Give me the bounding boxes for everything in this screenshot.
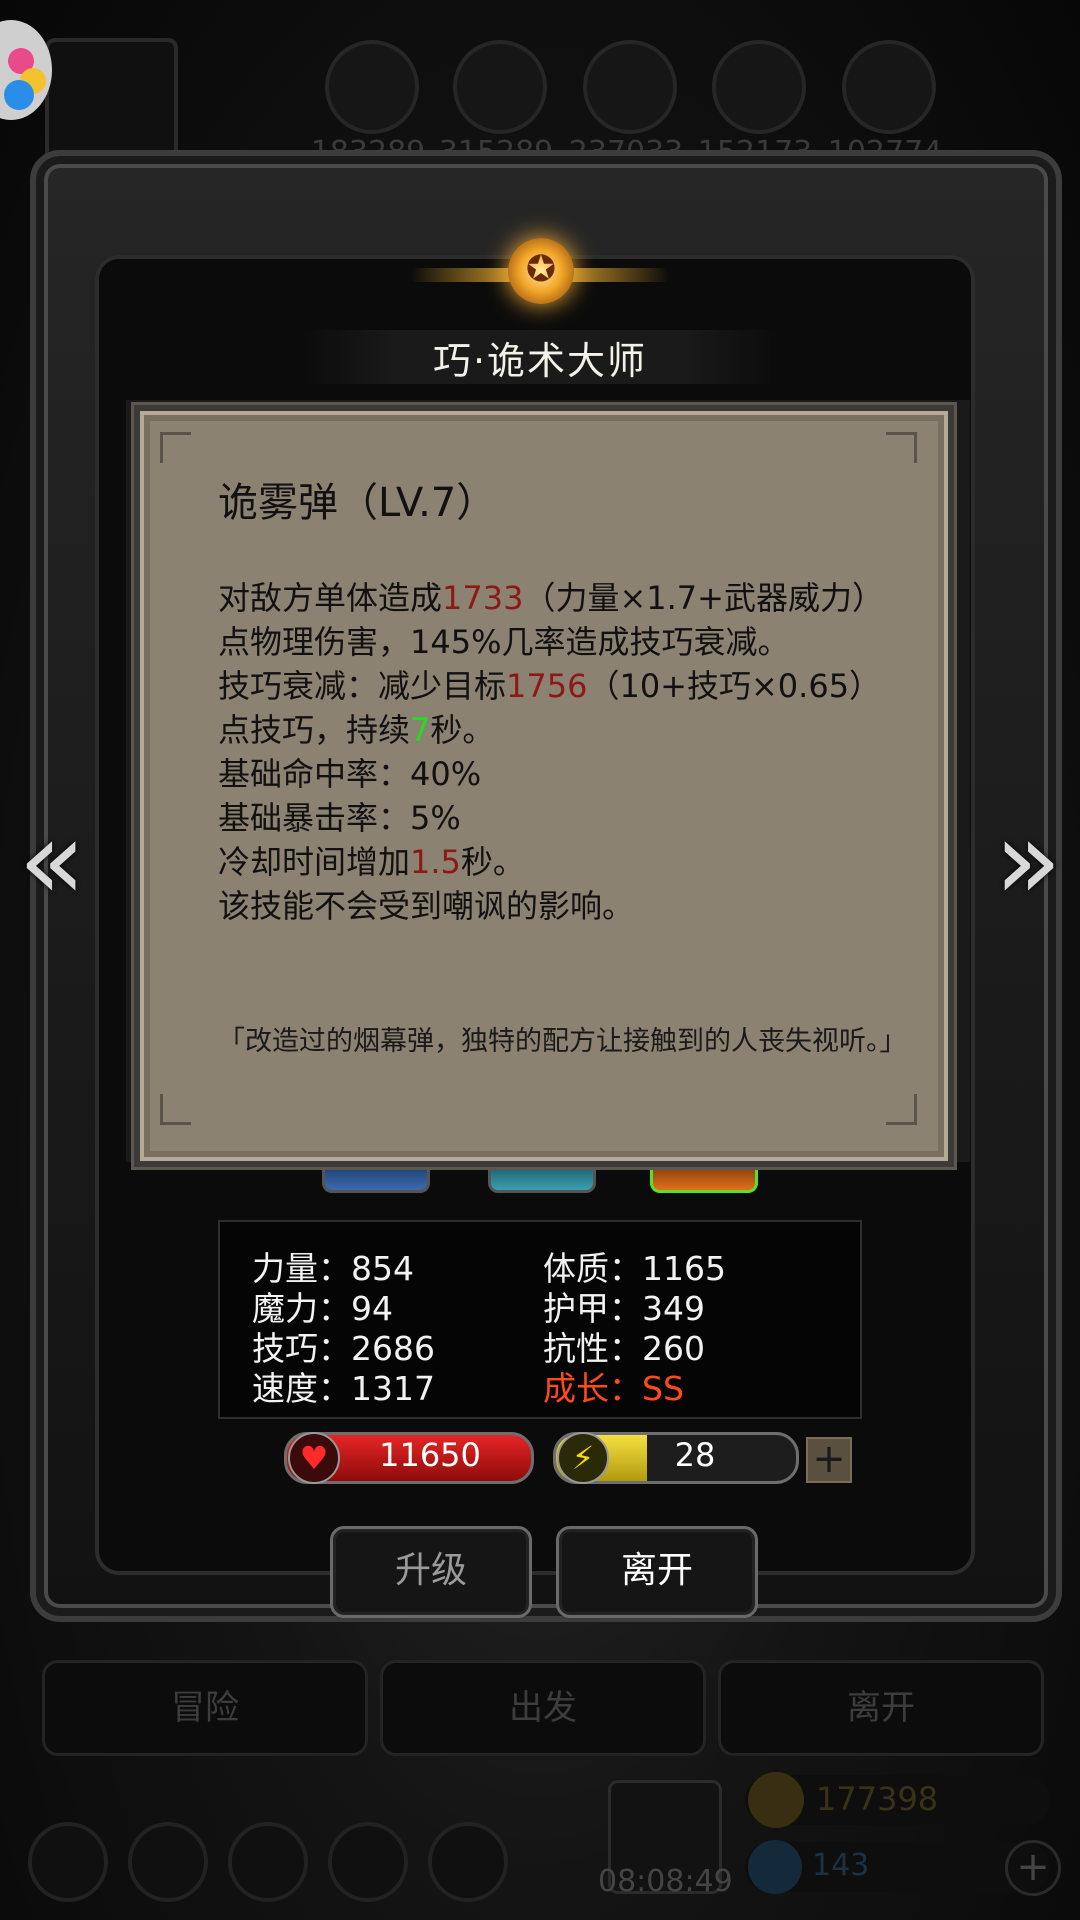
- gold-coin-icon: [748, 1772, 804, 1828]
- debuff-value: 1756: [506, 667, 588, 705]
- gem-amount: 143: [812, 1848, 870, 1883]
- previous-arrow-icon[interactable]: «: [16, 805, 88, 915]
- text: 技巧衰减：减少目标: [218, 667, 507, 705]
- stat-growth: 成长：SS: [543, 1369, 684, 1408]
- next-arrow-icon[interactable]: »: [992, 805, 1064, 915]
- text: 秒。: [460, 843, 525, 881]
- emblem-icon: ✪: [508, 238, 574, 304]
- resource-orb-icon: [842, 40, 936, 134]
- tab-depart[interactable]: 出发: [380, 1660, 706, 1756]
- skill-flavor-quote: 「改造过的烟幕弹，独特的配方让接触到的人丧失视听。」: [218, 1026, 907, 1057]
- tooltip-corner: [886, 1094, 917, 1125]
- leave-button[interactable]: 离开: [556, 1526, 758, 1618]
- shop-icon[interactable]: [428, 1822, 508, 1902]
- lightning-icon: ⚡: [557, 1432, 609, 1484]
- gold-amount: 177398: [816, 1780, 939, 1818]
- cooldown-value: 1.5: [410, 843, 461, 881]
- cooldown-line: 冷却时间增加1.5秒。: [218, 840, 878, 884]
- heart-icon: ♥: [288, 1432, 340, 1484]
- resource-orb-icon: [712, 40, 806, 134]
- skill-description: 对敌方单体造成1733（力量×1.7+武器威力）点物理伤害，145%几率造成技巧…: [218, 576, 878, 928]
- taunt-note-line: 该技能不会受到嘲讽的影响。: [218, 887, 635, 925]
- add-energy-button[interactable]: +: [806, 1437, 852, 1483]
- hp-value: 11650: [379, 1436, 481, 1474]
- duration-value: 7: [410, 711, 431, 749]
- tooltip-corner: [160, 432, 191, 463]
- tab-adventure[interactable]: 冒险: [42, 1660, 368, 1756]
- character-title: 巧·诡术大师: [432, 339, 648, 383]
- tooltip-corner: [886, 432, 917, 463]
- damage-value: 1733: [442, 579, 524, 617]
- settings-icon[interactable]: [28, 1822, 108, 1902]
- resource-orb-icon: [583, 40, 677, 134]
- energy-value: 28: [674, 1436, 716, 1474]
- stat-speed: 速度：1317: [252, 1369, 435, 1408]
- upgrade-button[interactable]: 升级: [330, 1526, 532, 1618]
- mail-icon[interactable]: [328, 1822, 408, 1902]
- tooltip-corner: [160, 1094, 191, 1125]
- text: 秒。: [430, 711, 495, 749]
- skill-debuff-line: 技巧衰减：减少目标1756（10+技巧×0.65）点技巧，持续7秒。: [218, 664, 878, 752]
- resource-orb-icon: [453, 40, 547, 134]
- gem-icon: [748, 1840, 802, 1894]
- resource-orb-icon: [325, 40, 419, 134]
- skill-name: 诡雾弹（LV.7）: [218, 480, 497, 526]
- magic-icon[interactable]: [228, 1822, 308, 1902]
- tab-leave[interactable]: 离开: [718, 1660, 1044, 1756]
- crit-rate-line: 基础暴击率：5%: [218, 799, 461, 837]
- text: 对敌方单体造成: [218, 579, 443, 617]
- achievement-icon[interactable]: [128, 1822, 208, 1902]
- text: 冷却时间增加: [218, 843, 411, 881]
- skill-damage-line: 对敌方单体造成1733（力量×1.7+武器威力）点物理伤害，145%几率造成技巧…: [218, 576, 878, 664]
- add-gems-button[interactable]: +: [1005, 1840, 1061, 1896]
- hit-rate-line: 基础命中率：40%: [218, 755, 482, 793]
- chest-timer: 08:08:49: [598, 1864, 733, 1899]
